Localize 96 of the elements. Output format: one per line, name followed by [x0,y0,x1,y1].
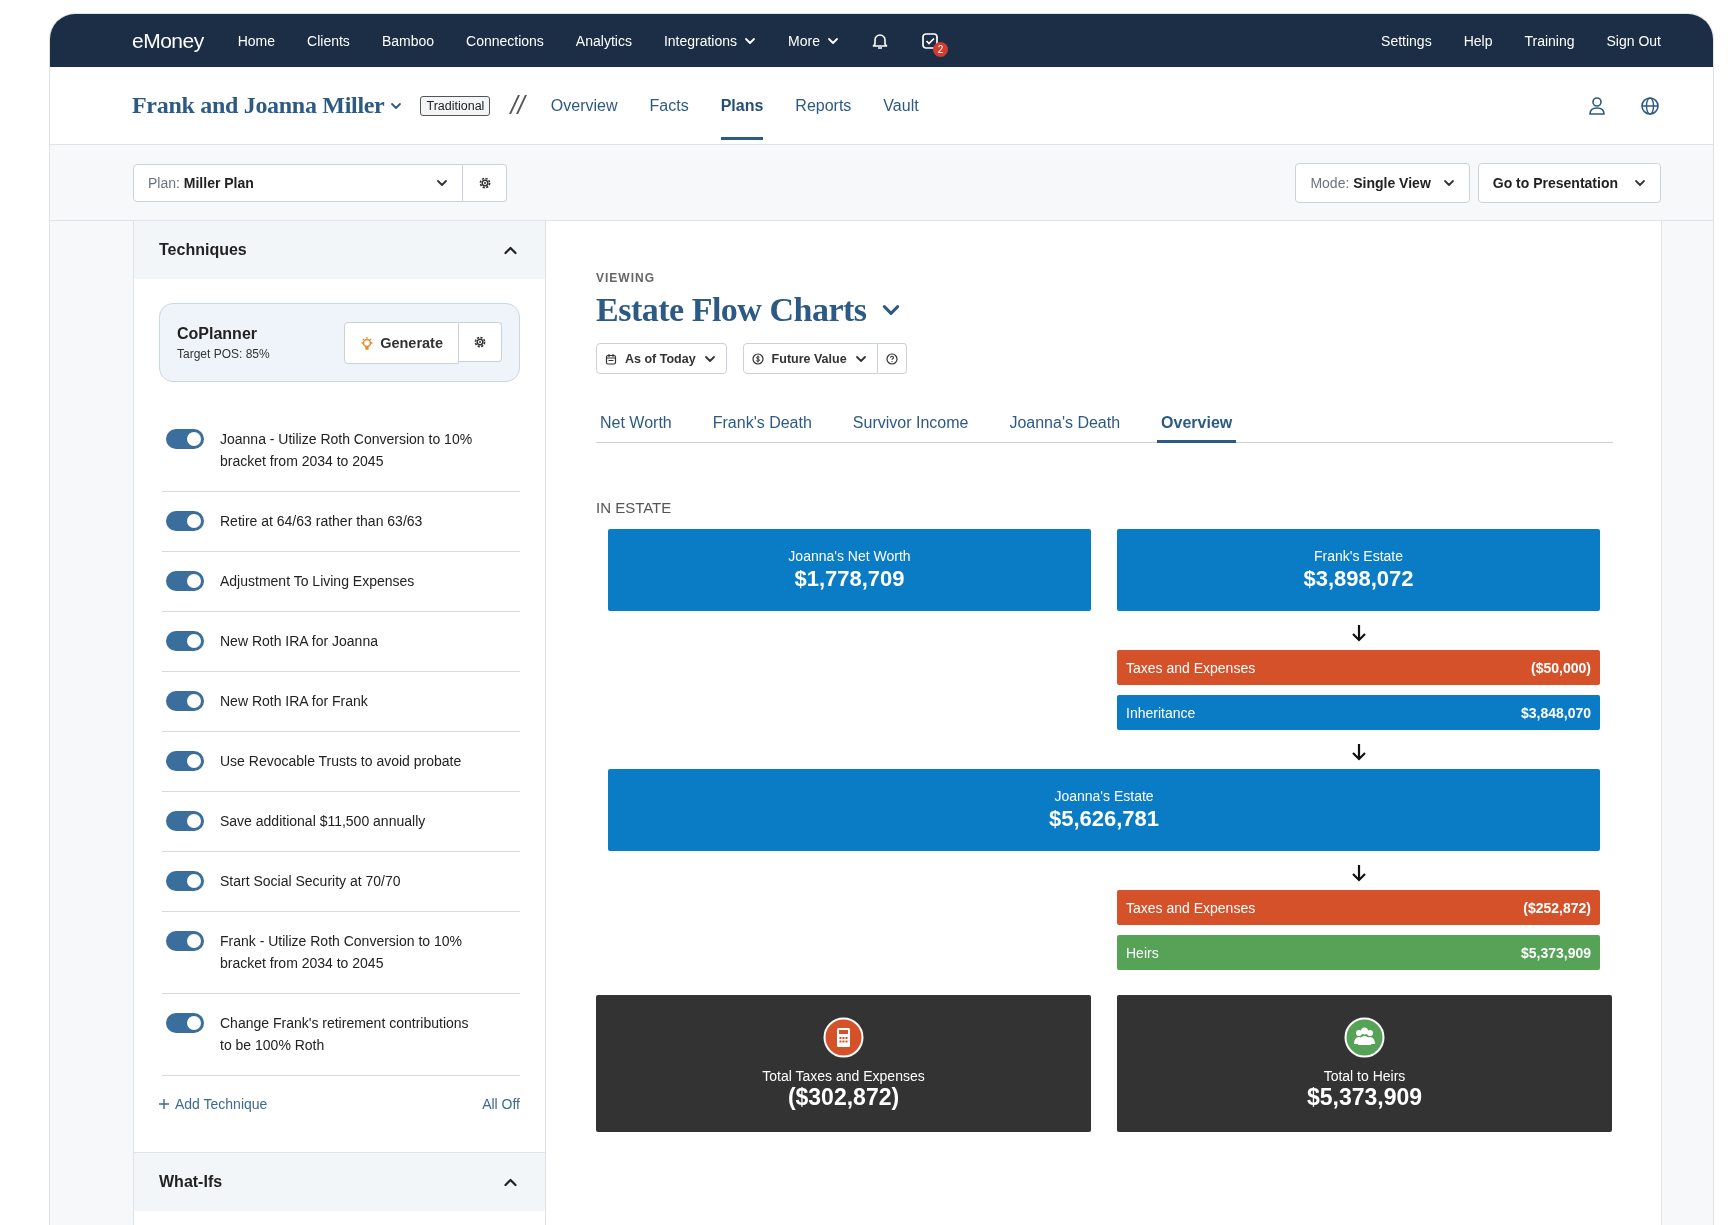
bar-amount: ($50,000) [1531,659,1591,676]
nav-link[interactable]: Connections [466,32,544,49]
plus-icon [159,1099,169,1109]
all-off-link[interactable]: All Off [482,1096,520,1112]
bar-label: Taxes and Expenses [1126,899,1256,916]
bar-amount: $5,373,909 [1520,944,1591,961]
box-amount: $1,778,709 [793,566,906,592]
nav-link[interactable]: Settings [1381,32,1432,49]
section-title: What-Ifs [159,1173,223,1191]
mode-dropdown[interactable]: Mode: Single View [1295,162,1470,203]
notification-badge: 2 [932,41,948,57]
box-label: Joanna's Net Worth [787,548,912,564]
technique-label: Start Social Security at 70/70 [220,872,401,891]
bar-label: Inheritance [1126,704,1196,721]
technique-label: Joanna - Utilize Roth Conversion to 10% bracket from 2034 to 2045 [220,430,474,471]
client-tab[interactable]: Facts [649,71,689,140]
nav-link[interactable]: Home [237,32,276,49]
box-label: Frank's Estate [1312,548,1404,564]
nav-link[interactable]: Bamboo [381,32,435,49]
nav-link[interactable]: Integrations [663,32,757,49]
help-icon [885,352,898,365]
nav-link[interactable]: Sign Out [1606,32,1661,49]
bar-amount: $3,848,070 [1520,704,1591,721]
card-title: CoPlanner [177,324,258,343]
client-tab[interactable]: Overview [550,71,618,140]
bell-icon[interactable] [870,31,889,50]
eyebrow-label: VIEWING [596,271,656,285]
toggle-switch[interactable] [166,931,204,951]
technique-label: Change Frank's retirement contributions to be 100% Roth [220,1014,470,1055]
toggle-switch[interactable] [166,871,204,891]
help-button[interactable] [877,343,907,374]
toggle-switch[interactable] [166,1013,204,1033]
box-amount: $3,898,072 [1302,566,1415,592]
nav-link[interactable]: More [788,32,839,49]
task-checkbox-icon[interactable] [920,31,939,50]
technique-label: Use Revocable Trusts to avoid probate [220,752,462,771]
person-icon[interactable] [1587,95,1607,116]
technique-label: Adjustment To Living Expenses [220,572,415,591]
generate-button[interactable]: Generate [344,321,459,364]
emoney-logo[interactable]: eMoney [132,28,204,53]
nav-link[interactable]: Analytics [575,32,632,49]
down-arrow-icon [1350,864,1367,882]
dollar-coin-icon [751,352,764,365]
toggle-switch[interactable] [166,511,204,531]
chart-tab[interactable]: Frank's Death [708,406,816,443]
chart-tab[interactable]: Overview [1157,406,1237,443]
coplanner-settings-button[interactable] [459,321,502,362]
bar-label: Heirs [1126,944,1159,961]
client-tab[interactable]: Plans [720,71,764,140]
toggle-switch[interactable] [166,429,204,449]
bar-label: Taxes and Expenses [1126,659,1256,676]
add-technique-link[interactable]: Add Technique [159,1096,268,1112]
report-title-dropdown[interactable]: Estate Flow Charts [596,291,1611,329]
toggle-switch[interactable] [166,631,204,651]
down-arrow-icon [1350,743,1367,761]
toggle-switch[interactable] [166,691,204,711]
technique-label: Frank - Utilize Roth Conversion to 10% bracket from 2034 to 2045 [220,932,463,973]
toggle-switch[interactable] [166,571,204,591]
calendar-icon [605,352,617,365]
value-dropdown[interactable]: Future Value [742,343,878,374]
nav-link[interactable]: Training [1524,32,1575,49]
nav-link[interactable]: Clients [307,32,350,49]
card-amount: $5,373,909 [1306,1083,1423,1111]
technique-label: Save additional $11,500 annually [220,812,426,831]
box-label: Joanna's Estate [1053,788,1155,804]
card-amount: ($302,872) [787,1083,900,1111]
technique-label: New Roth IRA for Joanna [220,632,378,651]
toggle-switch[interactable] [166,811,204,831]
section-label: IN ESTATE [596,499,673,516]
client-tab[interactable]: Vault [883,71,919,140]
section-title: Techniques [159,241,247,259]
separator-text: // [510,90,525,121]
settings-icon [473,334,487,349]
globe-icon[interactable] [1640,95,1660,116]
box-amount: $5,626,781 [1047,806,1161,832]
plan-settings-button[interactable] [463,163,507,202]
card-label: Total to Heirs [1323,1067,1406,1084]
client-type-badge: Traditional [420,95,491,116]
technique-label: Retire at 64/63 rather than 63/63 [220,512,423,531]
settings-icon [477,175,492,190]
client-name-dropdown[interactable]: Frank and Joanna Miller [132,92,403,119]
bar-amount: ($252,872) [1523,899,1591,916]
down-arrow-icon [1350,624,1367,642]
technique-label: New Roth IRA for Frank [220,692,368,711]
client-tab[interactable]: Reports [795,71,852,140]
chart-tab[interactable]: Survivor Income [848,406,973,443]
nav-link[interactable]: Help [1463,32,1493,49]
chart-tab[interactable]: Net Worth [596,406,676,443]
presentation-dropdown[interactable]: Go to Presentation [1477,162,1661,203]
card-subtitle: Target POS: 85% [177,346,270,361]
toggle-switch[interactable] [166,751,204,771]
card-label: Total Taxes and Expenses [762,1067,925,1084]
lightbulb-icon [360,335,375,350]
date-dropdown[interactable]: As of Today [596,343,727,374]
chart-tab[interactable]: Joanna's Death [1005,406,1125,443]
plan-select[interactable]: Plan: Miller Plan [133,163,463,202]
